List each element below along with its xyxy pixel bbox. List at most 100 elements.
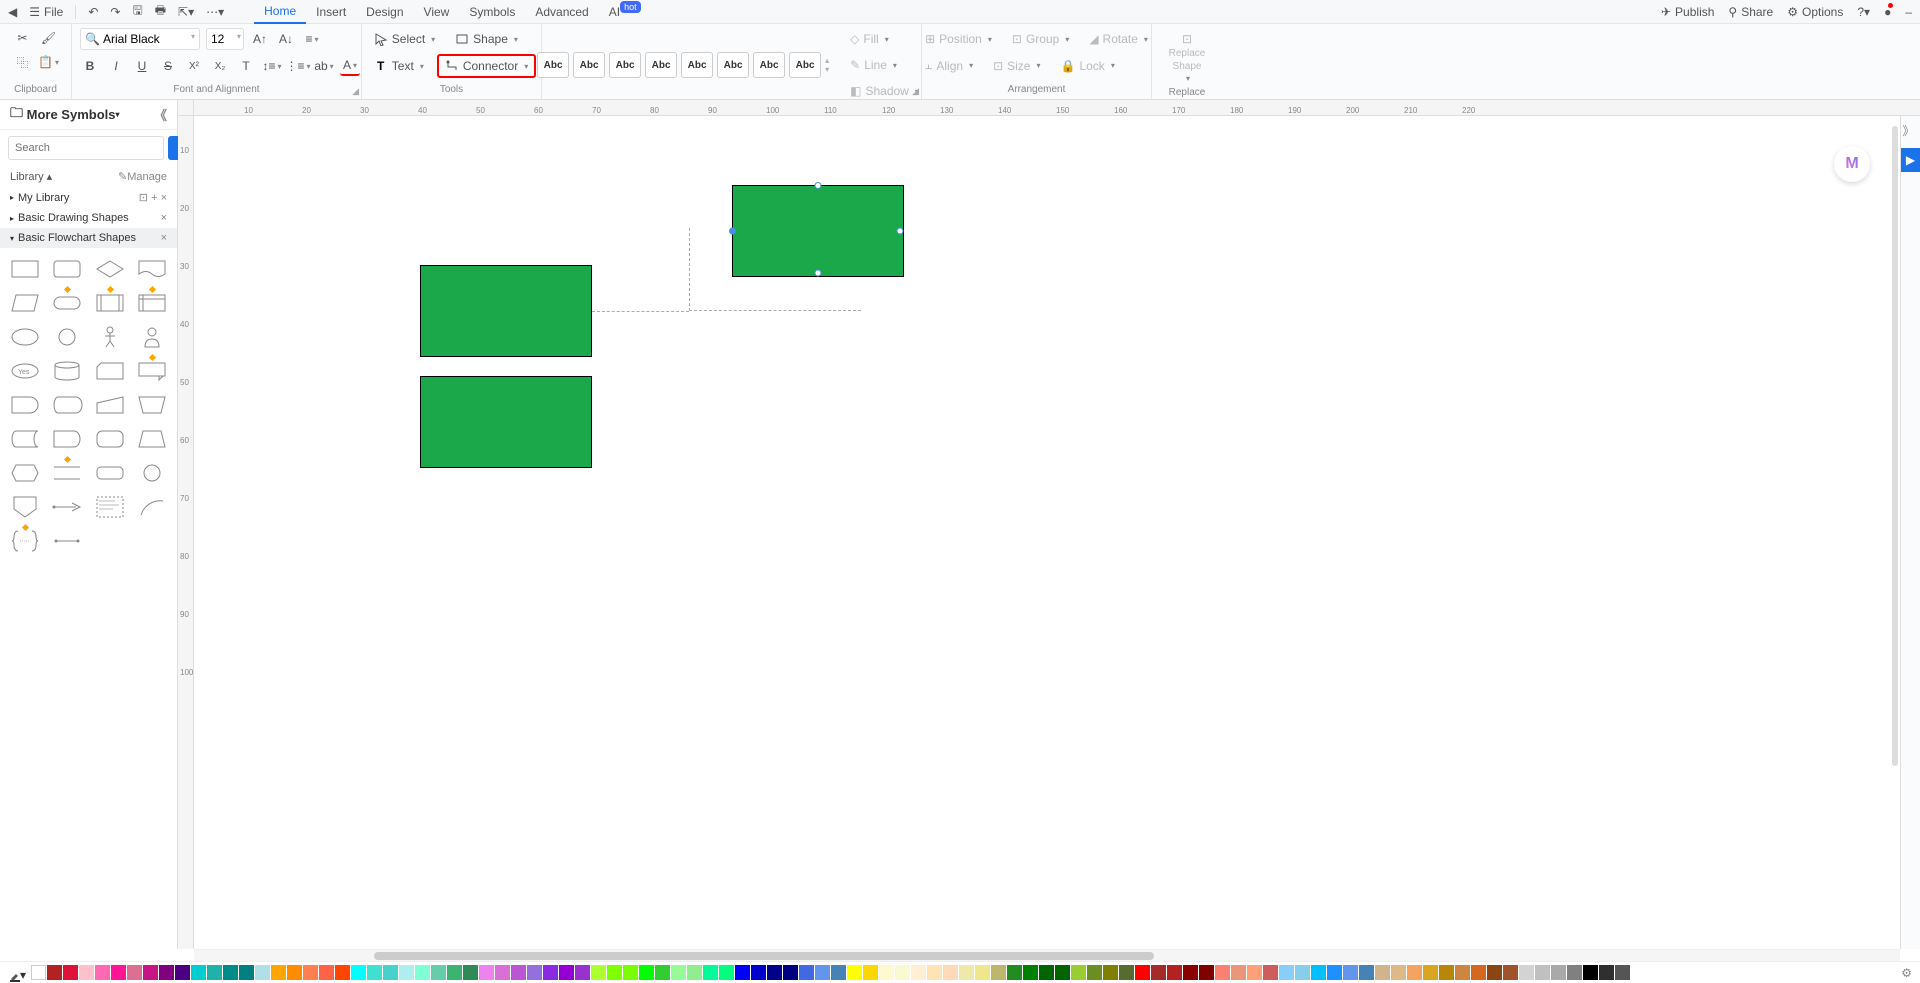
canvas-rectangle-2[interactable] [420,376,592,468]
color-swatch[interactable] [63,965,78,980]
color-swatch[interactable] [1391,965,1406,980]
color-swatch[interactable] [735,965,750,980]
back-button[interactable]: ◀ [8,5,17,19]
vertical-scrollbar[interactable] [1892,126,1898,766]
color-swatch[interactable] [271,965,286,980]
color-swatch[interactable] [1103,965,1118,980]
color-swatch[interactable] [1487,965,1502,980]
color-swatch[interactable] [1503,965,1518,980]
color-swatch[interactable] [1231,965,1246,980]
cut-button[interactable]: ✂ [13,28,33,48]
shape-brace[interactable] [8,528,42,554]
shape-terminator[interactable] [50,290,84,316]
canvas-rectangle-1[interactable] [420,265,592,357]
color-swatch[interactable] [95,965,110,980]
group-button[interactable]: ⊡ Group [1005,28,1076,50]
basic-drawing-section[interactable]: ▸Basic Drawing Shapes × [0,208,177,228]
shape-delay[interactable] [8,392,42,418]
sidebar-title-dropdown[interactable]: ▾ [116,110,120,119]
color-swatch[interactable] [495,965,510,980]
options-button[interactable]: ⚙ Options [1787,5,1843,19]
align-tool-button[interactable]: ⫠ Align [918,54,980,77]
color-swatch[interactable] [143,965,158,980]
superscript-button[interactable]: X² [184,56,204,76]
color-swatch[interactable] [1359,965,1374,980]
menu-home[interactable]: Home [254,0,306,24]
color-swatch[interactable] [1471,965,1486,980]
color-swatch[interactable] [1007,965,1022,980]
increase-font-button[interactable]: A↑ [250,29,270,49]
strikethrough-button[interactable]: S [158,56,178,76]
shape-actor[interactable] [93,324,127,350]
color-swatch[interactable] [911,965,926,980]
color-swatch[interactable] [751,965,766,980]
color-swatch[interactable] [815,965,830,980]
publish-button[interactable]: ✈ Publish [1661,5,1714,19]
color-swatch[interactable] [1135,965,1150,980]
color-swatch[interactable] [511,965,526,980]
style-preset-5[interactable]: Abc [681,52,713,78]
color-swatch[interactable] [1551,965,1566,980]
color-swatch[interactable] [1215,965,1230,980]
underline-button[interactable]: U [132,56,152,76]
color-swatch[interactable] [559,965,574,980]
color-swatch[interactable] [111,965,126,980]
replace-shape-button[interactable]: ⊡ Replace Shape [1161,28,1214,87]
color-swatch[interactable] [847,965,862,980]
color-swatch[interactable] [655,965,670,980]
drawing-canvas[interactable]: M [194,116,1900,949]
color-swatch[interactable] [255,965,270,980]
copy-button[interactable]: ⿻ [13,52,33,72]
color-swatch[interactable] [447,965,462,980]
shape-callout[interactable] [135,358,169,384]
color-swatch[interactable] [623,965,638,980]
style-preset-6[interactable]: Abc [717,52,749,78]
color-swatch[interactable] [335,965,350,980]
line-spacing-button[interactable]: ↕≡ [262,56,282,76]
save-button[interactable]: 🖫 [132,1,142,22]
color-swatch[interactable] [703,965,718,980]
color-swatch[interactable] [1247,965,1262,980]
format-painter-button[interactable]: 🖌 [39,28,59,48]
undo-button[interactable]: ↶ [88,5,98,19]
align-button[interactable]: ≡ [302,29,322,49]
manage-link[interactable]: ✎Manage [118,170,167,183]
subscript-button[interactable]: X₂ [210,56,230,76]
lib-add-icon[interactable]: ⊡ [139,192,148,204]
print-button[interactable]: 🖶 [155,1,166,22]
shape-line-connector[interactable] [50,528,84,554]
change-case-button[interactable]: ab [314,56,334,76]
color-swatch[interactable] [1375,965,1390,980]
color-swatch[interactable] [207,965,222,980]
shape-preparation[interactable] [8,460,42,486]
color-swatch[interactable] [399,965,414,980]
color-swatch[interactable] [1055,965,1070,980]
shape-document[interactable] [135,256,169,282]
shape-arrow[interactable] [50,494,84,520]
file-menu[interactable]: ☰ File [29,5,63,19]
lib-plus-icon[interactable]: + [151,192,157,204]
lib-close-icon[interactable]: × [161,192,167,204]
color-swatch[interactable] [1167,965,1182,980]
color-swatch[interactable] [383,965,398,980]
color-swatch[interactable] [1599,965,1614,980]
shape-manual-input[interactable] [93,392,127,418]
more-qat[interactable]: ⋯▾ [206,5,224,19]
minimize-ribbon-button[interactable]: – [1905,5,1912,19]
menu-symbols[interactable]: Symbols [459,1,525,23]
shape-user[interactable] [135,324,169,350]
color-swatch[interactable] [47,965,62,980]
color-swatch[interactable] [431,965,446,980]
bold-button[interactable]: B [80,56,100,76]
color-swatch[interactable] [367,965,382,980]
color-swatch[interactable] [463,965,478,980]
color-swatch[interactable] [783,965,798,980]
color-swatch[interactable] [1327,965,1342,980]
shape-manual-op[interactable] [135,392,169,418]
bullets-button[interactable]: ⋮≡ [288,56,308,76]
rotate-button[interactable]: ◢ Rotate [1082,28,1155,50]
menu-ai[interactable]: AIhot [599,1,651,23]
color-swatch[interactable] [303,965,318,980]
fill-dropper-button[interactable]: ▾ [8,964,26,982]
menu-advanced[interactable]: Advanced [525,1,598,23]
